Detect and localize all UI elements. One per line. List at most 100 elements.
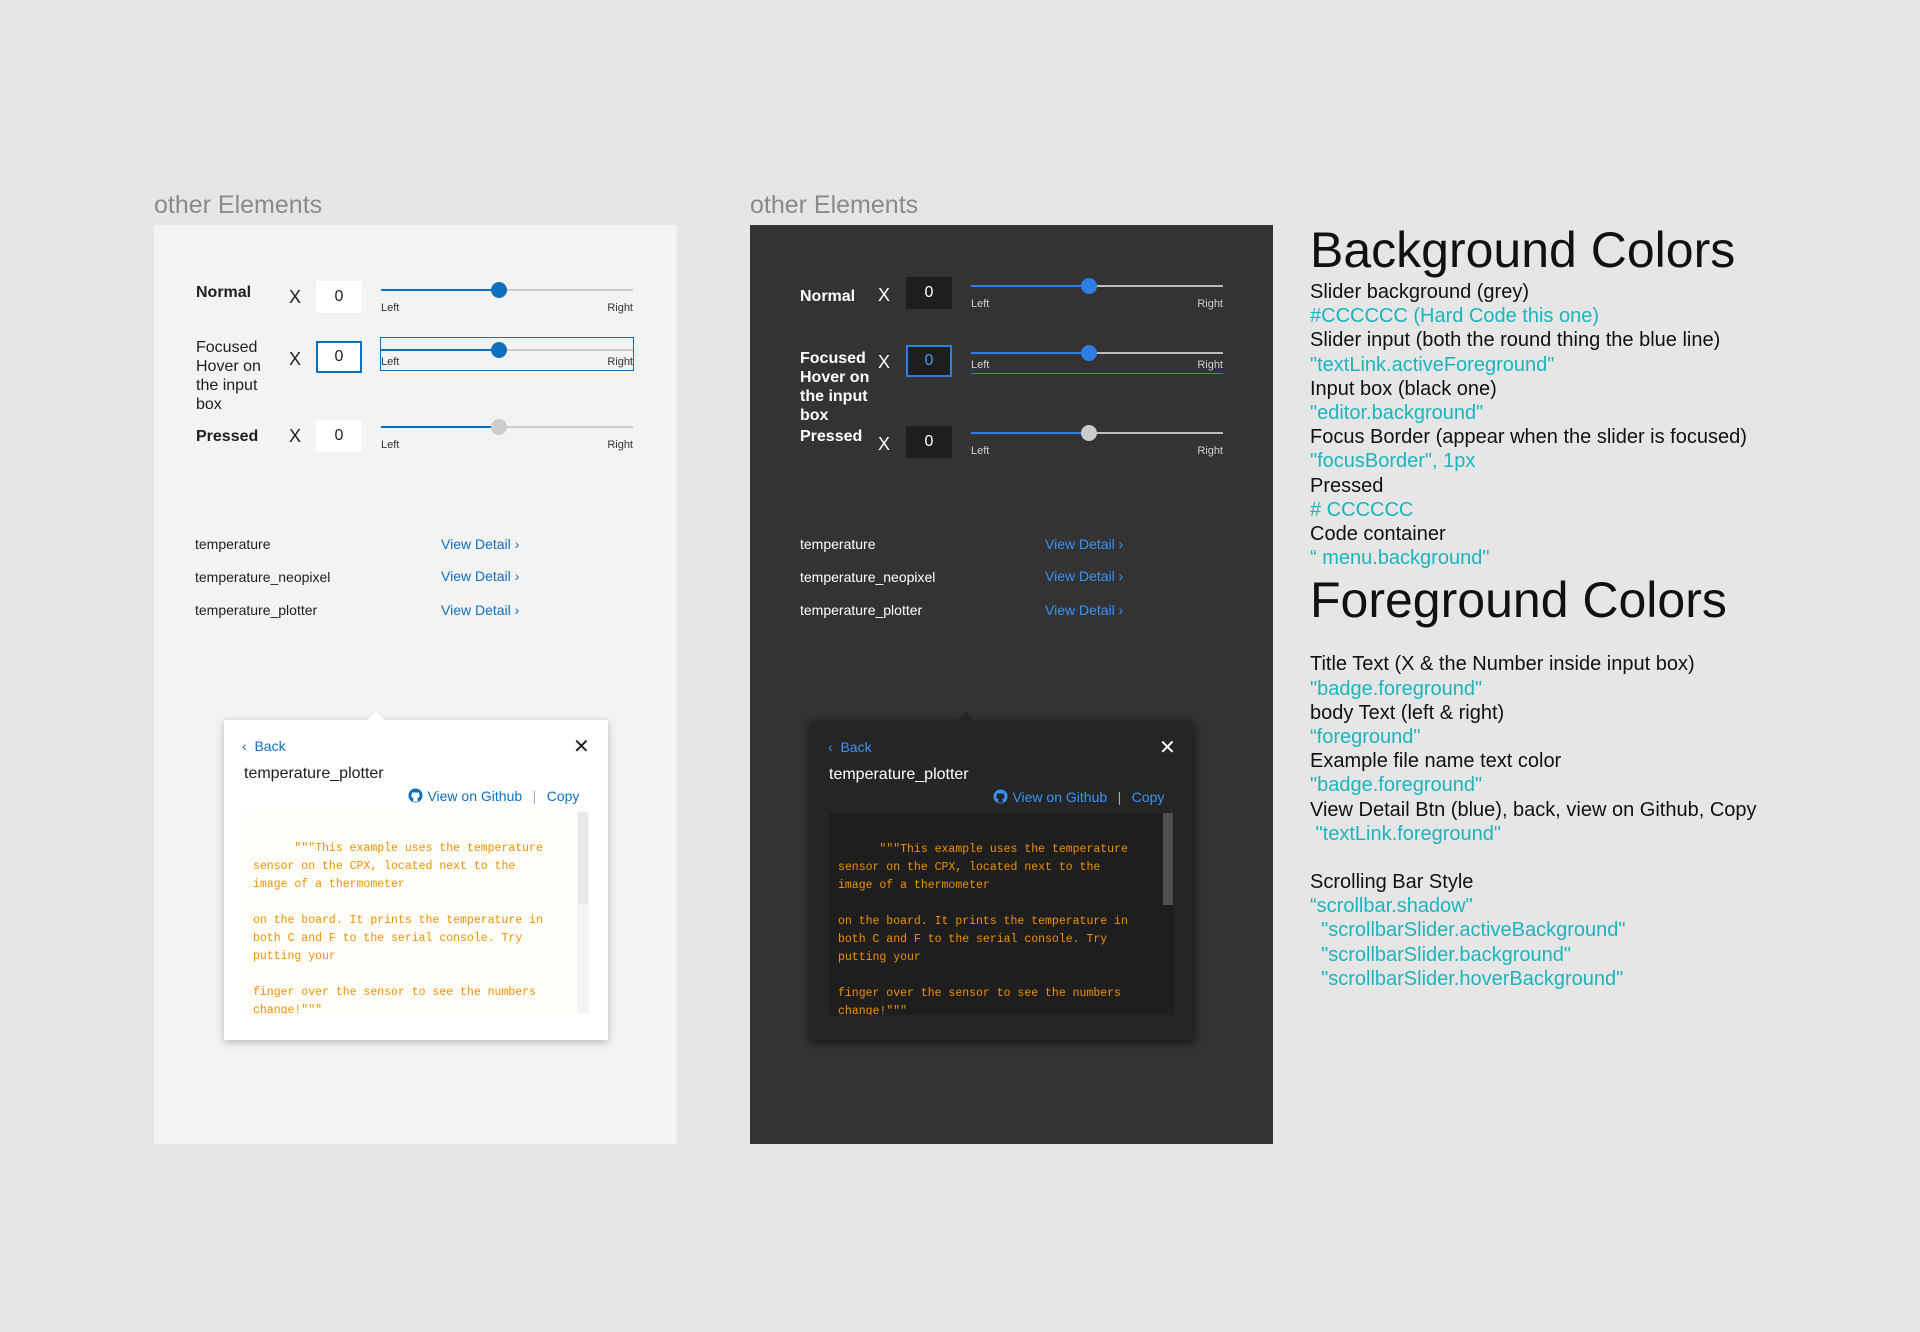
number-input-focused[interactable]: 0	[316, 341, 362, 373]
view-detail-link[interactable]: View Detail ›	[441, 602, 519, 618]
row-label-normal: Normal	[800, 288, 856, 305]
slider-left-label: Left	[971, 298, 990, 310]
color-note-label: View Detail Btn (blue), back, view on Gi…	[1310, 798, 1757, 821]
view-on-github-link[interactable]: View on Github	[1012, 789, 1107, 805]
color-token: # CCCCCC	[1310, 498, 1414, 521]
slider-fill	[971, 432, 1090, 434]
color-token: "scrollbarSlider.activeBackground"	[1310, 919, 1626, 942]
code-text: """This example uses the temperature sen…	[838, 843, 1128, 1015]
slider-normal[interactable]: Left Right	[381, 278, 633, 318]
view-detail-link[interactable]: View Detail ›	[1045, 602, 1123, 618]
color-note-label: Example file name text color	[1310, 750, 1562, 773]
code-container: """This example uses the temperature sen…	[829, 813, 1174, 1015]
close-icon[interactable]: ✕	[573, 734, 590, 759]
example-name: temperature_neopixel	[800, 569, 936, 585]
popup-arrow	[957, 712, 975, 721]
number-input-normal[interactable]: 0	[906, 277, 952, 309]
slider-fill	[381, 289, 500, 291]
background-colors-list: Slider background (grey) #CCCCCC (Hard Co…	[1310, 280, 1910, 570]
example-name: temperature_neopixel	[195, 569, 331, 585]
popup-actions: View on Github | Copy	[408, 788, 579, 808]
color-token: "badge.foreground"	[1310, 774, 1483, 797]
color-note-label: Focus Border (appear when the slider is …	[1310, 426, 1747, 449]
example-name: temperature_plotter	[195, 602, 318, 618]
row-label-pressed: Pressed	[800, 428, 863, 445]
slider-thumb[interactable]	[1081, 425, 1098, 441]
copy-button[interactable]: Copy	[547, 788, 580, 804]
x-label: X	[289, 349, 302, 369]
view-detail-link[interactable]: View Detail ›	[1045, 568, 1123, 584]
example-name: temperature	[195, 536, 271, 552]
scrollbar[interactable]	[1162, 813, 1174, 1015]
number-input-normal[interactable]: 0	[316, 281, 362, 313]
row-label-normal: Normal	[196, 284, 252, 301]
example-popup: ‹ Back ✕ temperature_plotter View on Git…	[810, 712, 1194, 1041]
popup-title: temperature_plotter	[829, 766, 969, 783]
view-detail-link[interactable]: View Detail ›	[1045, 536, 1123, 552]
github-icon[interactable]	[993, 789, 1008, 809]
color-note-label: Title Text (X & the Number inside input …	[1310, 653, 1695, 676]
close-icon[interactable]: ✕	[1159, 735, 1176, 760]
example-popup: ‹ Back ✕ temperature_plotter View on Git…	[224, 711, 608, 1040]
x-label: X	[878, 285, 891, 305]
github-icon[interactable]	[408, 788, 423, 808]
separator: |	[1117, 789, 1122, 805]
scrollbar-thumb[interactable]	[1163, 813, 1173, 905]
color-note-label: Pressed	[1310, 474, 1384, 497]
example-name: temperature_plotter	[800, 602, 923, 618]
scrollbar[interactable]	[577, 812, 589, 1014]
slider-right-label: Right	[607, 439, 633, 451]
copy-button[interactable]: Copy	[1132, 789, 1165, 805]
color-token: “scrollbar.shadow"	[1310, 895, 1473, 918]
slider-focused[interactable]: Left Right	[380, 337, 634, 371]
slider-thumb[interactable]	[491, 342, 508, 358]
section-label-dark: other Elements	[750, 191, 919, 219]
color-token: “ menu.background"	[1310, 547, 1490, 570]
color-token: "scrollbarSlider.hoverBackground"	[1310, 967, 1624, 990]
slider-pressed[interactable]: Left Right	[381, 415, 633, 455]
slider-thumb[interactable]	[491, 419, 508, 435]
scrollbar-thumb[interactable]	[578, 812, 588, 904]
color-note-label: Slider background (grey)	[1310, 281, 1529, 303]
light-panel: Normal X 0 Left Right Focused Hover on t…	[154, 225, 677, 1144]
slider-right-label: Right	[607, 302, 633, 314]
code-container: """This example uses the temperature sen…	[244, 812, 589, 1014]
slider-focused[interactable]: Left Right	[971, 341, 1223, 374]
back-button[interactable]: ‹ Back	[242, 738, 286, 754]
color-token: "scrollbarSlider.background"	[1310, 943, 1571, 966]
x-label: X	[289, 287, 302, 307]
code-text: """This example uses the temperature sen…	[253, 842, 543, 1014]
slider-thumb[interactable]	[491, 282, 508, 298]
back-button[interactable]: ‹ Back	[828, 739, 872, 755]
slider-left-label: Left	[381, 302, 400, 314]
color-note-label: body Text (left & right)	[1310, 701, 1505, 724]
slider-fill	[381, 426, 500, 428]
example-name: temperature	[800, 536, 876, 552]
back-label: Back	[840, 739, 872, 755]
slider-thumb[interactable]	[1081, 345, 1098, 361]
slider-left-label: Left	[381, 356, 400, 368]
view-on-github-link[interactable]: View on Github	[427, 788, 522, 804]
number-input-pressed[interactable]: 0	[906, 426, 952, 458]
view-detail-link[interactable]: View Detail ›	[441, 568, 519, 584]
slider-thumb[interactable]	[1081, 278, 1098, 294]
color-note-label: Input box (black one)	[1310, 377, 1497, 400]
color-note-label: Slider input (both the round thing the b…	[1310, 329, 1721, 352]
row-label-focused: Focused Hover on the input box	[196, 339, 261, 413]
number-input-focused[interactable]: 0	[906, 345, 952, 377]
slider-normal[interactable]: Left Right	[971, 274, 1223, 314]
popup-arrow	[367, 711, 385, 720]
color-token: “foreground"	[1310, 726, 1421, 749]
dark-panel: Normal X 0 Left Right Focused Hover on t…	[750, 225, 1273, 1144]
section-label-light: other Elements	[154, 191, 323, 219]
slider-left-label: Left	[971, 359, 990, 371]
color-token: "textLink.foreground"	[1310, 822, 1501, 845]
slider-pressed[interactable]: Left Right	[971, 421, 1223, 461]
view-detail-link[interactable]: View Detail ›	[441, 536, 519, 552]
slider-left-label: Left	[971, 445, 990, 457]
color-token: #CCCCCC (Hard Code this one)	[1310, 305, 1599, 328]
number-input-pressed[interactable]: 0	[316, 420, 362, 452]
popup-actions: View on Github | Copy	[993, 789, 1164, 809]
chevron-left-icon: ‹	[242, 738, 255, 754]
color-notes: Background Colors Slider background (gre…	[1310, 222, 1910, 991]
